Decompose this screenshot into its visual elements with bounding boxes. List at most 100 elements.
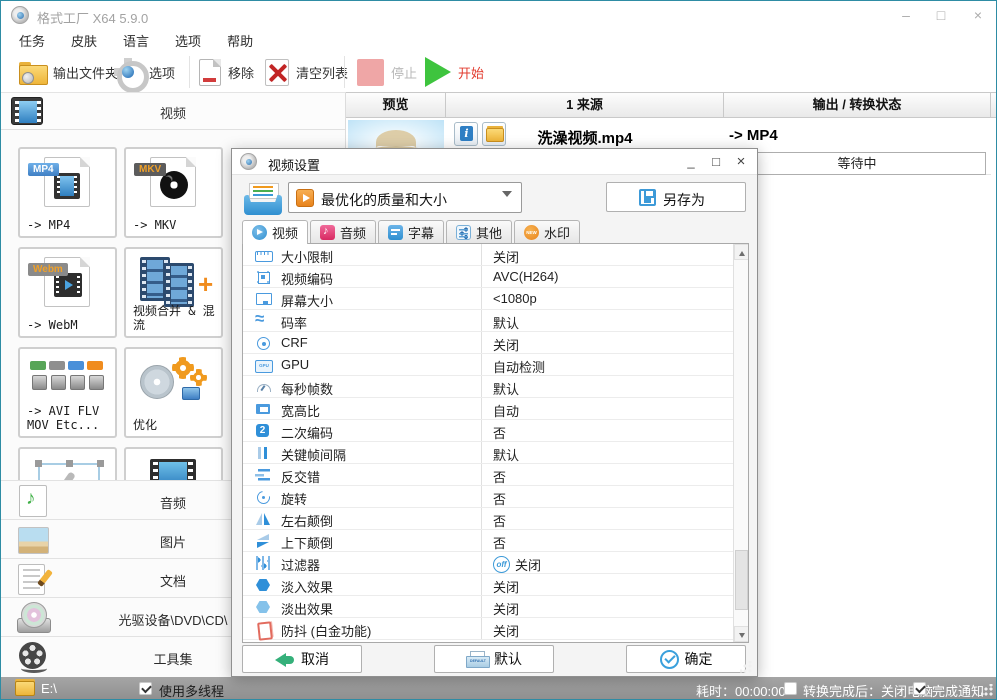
start-button[interactable]: 开始 (425, 55, 484, 89)
setting-value-text: 自动检测 (493, 357, 545, 376)
dialog-minimize-button[interactable]: _ (679, 152, 703, 172)
tile-mp4-file[interactable]: MP4-> MP4 (18, 147, 117, 238)
setting-value: 否 (493, 489, 506, 508)
multithread-checkbox[interactable] (139, 682, 152, 695)
category-header-video[interactable]: 视频 (1, 93, 345, 130)
save-as-button[interactable]: 另存为 (606, 182, 746, 212)
globe-icon (22, 72, 34, 84)
setting-value-text: 关闭 (493, 335, 519, 354)
setting-row-2[interactable]: 视频编码AVC(H264) (243, 266, 734, 288)
cancel-button[interactable]: 取消 (242, 645, 362, 673)
tab-视频[interactable]: 视频 (242, 220, 308, 244)
format-art (54, 173, 80, 199)
clear-list-button[interactable]: 清空列表 (265, 55, 348, 89)
setting-row-11[interactable]: 反交错否 (243, 464, 734, 486)
profile-selected-value: 最优化的质量和大小 (321, 190, 447, 210)
column-header-preview[interactable]: 预览 (346, 93, 446, 118)
menu-item-1[interactable]: 任务 (19, 31, 45, 50)
tab-label: 水印 (544, 223, 570, 242)
setting-row-4[interactable]: 码率默认 (243, 310, 734, 332)
dialog-app-icon (240, 153, 257, 170)
dialog-close-button[interactable]: × (729, 152, 753, 172)
dialog-titlebar[interactable]: 视频设置 _ □ × (232, 149, 757, 175)
dialog-resize-grip[interactable] (740, 661, 752, 673)
setting-row-7[interactable]: 每秒帧数默认 (243, 376, 734, 398)
start-label: 开始 (458, 63, 484, 82)
drive-path: E:\ (41, 681, 57, 696)
category-header-label: 视频 (1, 103, 345, 122)
column-divider (481, 288, 482, 309)
setting-value: 关闭 (493, 621, 519, 640)
notify-checkbox[interactable] (913, 682, 926, 695)
tile-video-join[interactable]: +视频合并 & 混流 (124, 247, 223, 338)
tile-label: 视频合并 & 混流 (133, 304, 219, 332)
minimize-button[interactable]: – (891, 5, 921, 25)
maximize-button[interactable]: □ (926, 5, 956, 25)
menu-item-3[interactable]: 语言 (123, 31, 149, 50)
drive-folder-icon[interactable] (15, 681, 35, 696)
column-divider (481, 596, 482, 617)
setting-row-3[interactable]: 屏幕大小<1080p (243, 288, 734, 310)
mp4-file-icon: MP4 (20, 155, 115, 207)
column-header-output[interactable]: 输出 / 转换状态 (724, 93, 991, 118)
tab-水印[interactable]: 水印 (514, 220, 580, 243)
setting-row-8[interactable]: 宽高比自动 (243, 398, 734, 420)
tile-webm-file[interactable]: Webm-> WebM (18, 247, 117, 338)
default-button[interactable]: 默认 (434, 645, 554, 673)
menu-item-4[interactable]: 选项 (175, 31, 201, 50)
setting-row-6[interactable]: GPU自动检测 (243, 354, 734, 376)
setting-value: <1080p (493, 291, 537, 306)
scroll-up-arrow[interactable] (734, 244, 749, 260)
dialog-maximize-button[interactable]: □ (704, 152, 728, 172)
column-header-source[interactable]: 1 来源 (446, 93, 724, 118)
setting-row-13[interactable]: 左右颠倒否 (243, 508, 734, 530)
setting-row-5[interactable]: CRF 关闭 (243, 332, 734, 354)
tab-音频[interactable]: 音频 (310, 220, 376, 243)
scroll-down-arrow[interactable] (734, 626, 749, 642)
ok-button[interactable]: 确定 (626, 645, 746, 673)
setting-row-17[interactable]: 淡出效果关闭 (243, 596, 734, 618)
format-chip (49, 361, 65, 370)
setting-row-12[interactable]: 旋转否 (243, 486, 734, 508)
multithread-label: 使用多线程 (159, 681, 224, 700)
close-button[interactable]: × (963, 5, 993, 25)
setting-label: CRF (281, 335, 308, 350)
setting-row-14[interactable]: 上下颠倒否 (243, 530, 734, 552)
file-name: 洗澡视频.mp4 (446, 127, 724, 148)
format-chip (68, 361, 84, 370)
multi-format-icon (20, 355, 115, 407)
remove-button[interactable]: 移除 (199, 55, 254, 89)
setting-row-18[interactable]: 防抖 (白金功能)关闭 (243, 618, 734, 640)
setting-value-text: 默认 (493, 445, 519, 464)
setting-value: off关闭 (493, 555, 541, 574)
mkv-file-icon: MKV (126, 155, 221, 207)
setting-value-text: 否 (493, 511, 506, 530)
stop-button[interactable]: 停止 (357, 55, 417, 89)
shutdown-checkbox[interactable] (784, 682, 797, 695)
tab-其他[interactable]: 其他 (446, 220, 512, 243)
window-resize-grip[interactable] (981, 684, 993, 696)
output-folder-button[interactable]: 输出文件夹 (19, 55, 118, 89)
profile-dropdown[interactable]: 最优化的质量和大小 (288, 182, 522, 213)
menu-item-5[interactable]: 帮助 (227, 31, 253, 50)
setting-row-15[interactable]: 过滤器off关闭 (243, 552, 734, 574)
setting-row-10[interactable]: 关键帧间隔 默认 (243, 442, 734, 464)
setting-value-text: 否 (493, 533, 506, 552)
setting-value: 关闭 (493, 577, 519, 596)
setting-row-16[interactable]: 淡入效果关闭 (243, 574, 734, 596)
setting-row-1[interactable]: 大小限制关闭 (243, 244, 734, 266)
tile-multi-format[interactable]: -> AVI FLV MOV Etc... (18, 347, 117, 438)
setting-label: 关键帧间隔 (281, 445, 346, 464)
scrollbar-thumb[interactable] (735, 550, 748, 610)
setting-row-9[interactable]: 二次编码否 (243, 420, 734, 442)
check-circle-icon (660, 650, 679, 669)
save-as-label: 另存为 (663, 190, 705, 210)
tile-mkv-file[interactable]: MKV-> MKV (124, 147, 223, 238)
tab-字幕[interactable]: 字幕 (378, 220, 444, 243)
setting-value: 自动检测 (493, 357, 545, 376)
rotate-icon (255, 489, 271, 505)
tile-optimize[interactable]: 优化 (124, 347, 223, 438)
settings-scrollbar[interactable] (733, 244, 748, 642)
menu-item-2[interactable]: 皮肤 (71, 31, 97, 50)
options-button[interactable]: 选项 (114, 55, 175, 89)
